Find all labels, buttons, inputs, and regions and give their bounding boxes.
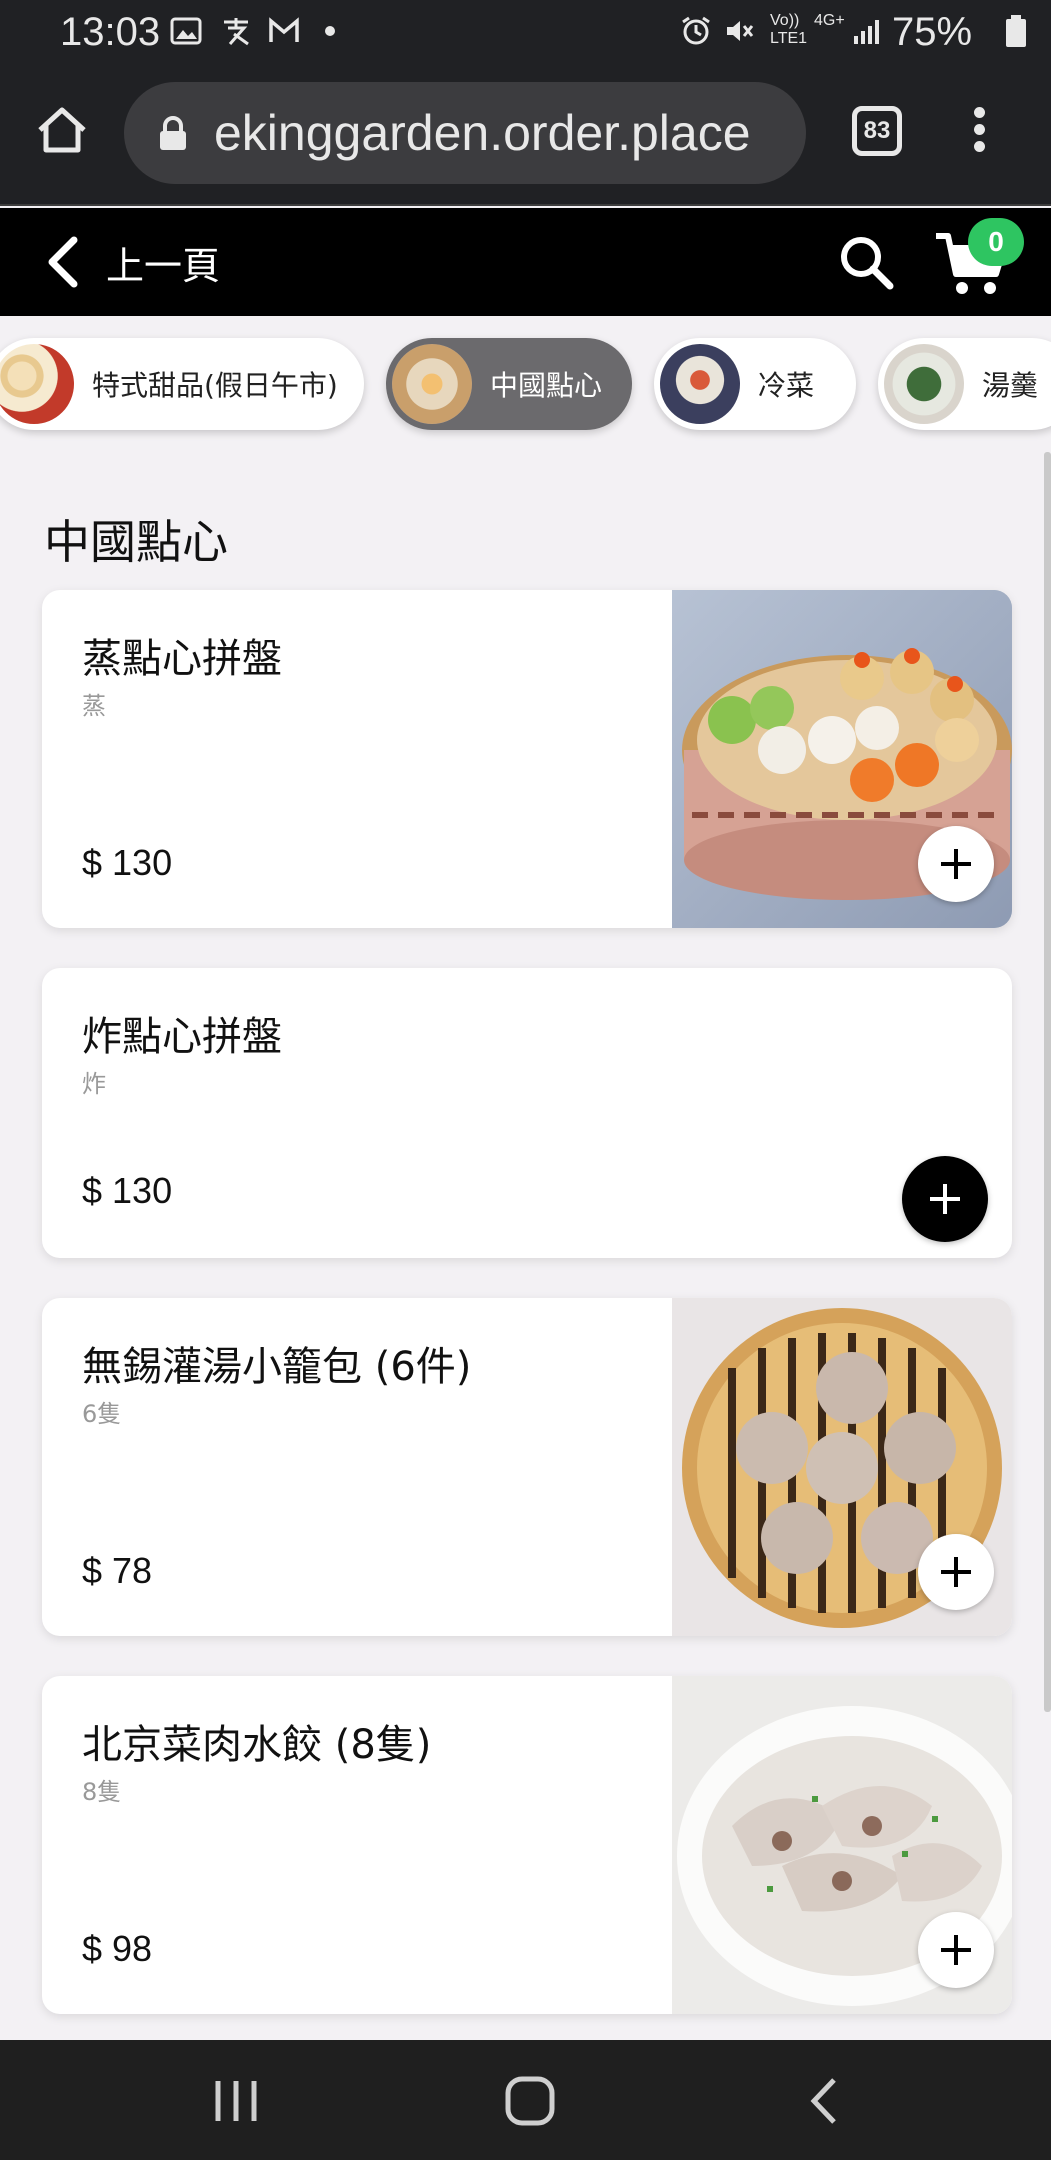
app-header: 上一頁	[0, 208, 1051, 316]
menu-item-card[interactable]: 無錫灌湯小籠包 (6件) 6隻 $ 78	[42, 1298, 1012, 1636]
item-price: $ 98	[82, 1928, 153, 1969]
category-thumb	[660, 344, 740, 424]
status-time: 13:03	[60, 10, 161, 54]
lte-text: LTE1	[770, 30, 808, 47]
category-chip-dim-sum[interactable]: 中國點心	[386, 338, 632, 430]
battery-icon	[1006, 15, 1026, 47]
back-button[interactable]: 上一頁	[44, 230, 220, 294]
item-price: $ 130	[82, 842, 173, 883]
category-label: 特式甜品(假日午市)	[92, 369, 338, 402]
back-nav-icon[interactable]	[796, 2076, 856, 2126]
category-thumb	[884, 344, 964, 424]
item-subtitle: 8隻	[82, 1778, 122, 1806]
home-nav-icon[interactable]	[500, 2076, 560, 2126]
system-nav-bar	[0, 2040, 1051, 2160]
item-name: 炸點心拼盤	[82, 1014, 282, 1060]
alipay-icon	[224, 18, 249, 46]
item-subtitle: 炸	[82, 1070, 106, 1098]
menu-item-card[interactable]: 北京菜肉水餃 (8隻) 8隻 $ 98	[42, 1676, 1012, 2014]
battery-percent: 75%	[892, 10, 973, 54]
scrollbar[interactable]	[1044, 452, 1051, 1712]
browser-toolbar: ekinggarden.order.place 83	[0, 66, 1051, 206]
dot-icon	[325, 26, 335, 36]
item-price: $ 78	[82, 1550, 153, 1591]
status-bar: 13:03 Vo)) LTE1 4G+ 75%	[0, 0, 1051, 66]
item-price: $ 130	[82, 1170, 173, 1211]
category-label: 冷菜	[758, 369, 815, 402]
more-vert-icon[interactable]	[964, 104, 994, 164]
category-chip-soups[interactable]: 湯羹	[878, 338, 1051, 430]
category-tabs: 特式甜品(假日午市) 中國點心 冷菜 湯羹	[0, 316, 1051, 450]
gmail-icon	[269, 17, 299, 42]
gallery-icon	[170, 17, 202, 45]
volte-text: Vo))	[770, 12, 800, 29]
item-name: 北京菜肉水餃 (8隻)	[82, 1722, 432, 1768]
category-chip-cold-dishes[interactable]: 冷菜	[654, 338, 856, 430]
recents-icon[interactable]	[206, 2076, 266, 2126]
volte-indicator: Vo)) LTE1	[770, 12, 807, 48]
network-type: 4G+	[814, 12, 845, 29]
back-chevron-icon	[48, 236, 78, 288]
category-label: 湯羹	[982, 369, 1039, 402]
add-to-cart-button[interactable]	[918, 1912, 994, 1988]
add-to-cart-button[interactable]	[902, 1156, 988, 1242]
search-icon[interactable]	[836, 232, 896, 292]
menu-item-card[interactable]: 炸點心拼盤 炸 $ 130	[42, 968, 1012, 1258]
category-chip-desserts[interactable]: 特式甜品(假日午市)	[0, 338, 364, 430]
section-title: 中國點心	[44, 515, 228, 569]
tabs-icon[interactable]: 83	[852, 106, 902, 156]
plus-icon	[930, 1184, 960, 1214]
lock-icon	[160, 116, 186, 150]
back-label: 上一頁	[106, 243, 221, 288]
mute-icon	[727, 21, 754, 41]
add-to-cart-button[interactable]	[918, 826, 994, 902]
item-name: 無錫灌湯小籠包 (6件)	[82, 1344, 472, 1390]
url-text: ekinggarden.order.place	[214, 105, 751, 161]
category-thumb	[0, 344, 74, 424]
add-to-cart-button[interactable]	[918, 1534, 994, 1610]
page: 13:03 Vo)) LTE1 4G+ 75% ekinggarden.order…	[0, 0, 1051, 2160]
item-subtitle: 蒸	[82, 692, 106, 720]
category-label: 中國點心	[490, 369, 603, 402]
home-icon[interactable]	[34, 102, 90, 158]
alarm-icon	[682, 16, 710, 45]
cart-count-badge: 0	[968, 218, 1024, 266]
plus-icon	[941, 849, 971, 879]
item-name: 蒸點心拼盤	[82, 636, 282, 682]
plus-icon	[941, 1557, 971, 1587]
address-bar[interactable]: ekinggarden.order.place	[124, 82, 806, 184]
plus-icon	[941, 1935, 971, 1965]
menu-item-card[interactable]: 蒸點心拼盤 蒸 $ 130	[42, 590, 1012, 928]
category-thumb	[392, 344, 472, 424]
item-subtitle: 6隻	[82, 1400, 122, 1428]
signal-icon	[854, 20, 879, 44]
